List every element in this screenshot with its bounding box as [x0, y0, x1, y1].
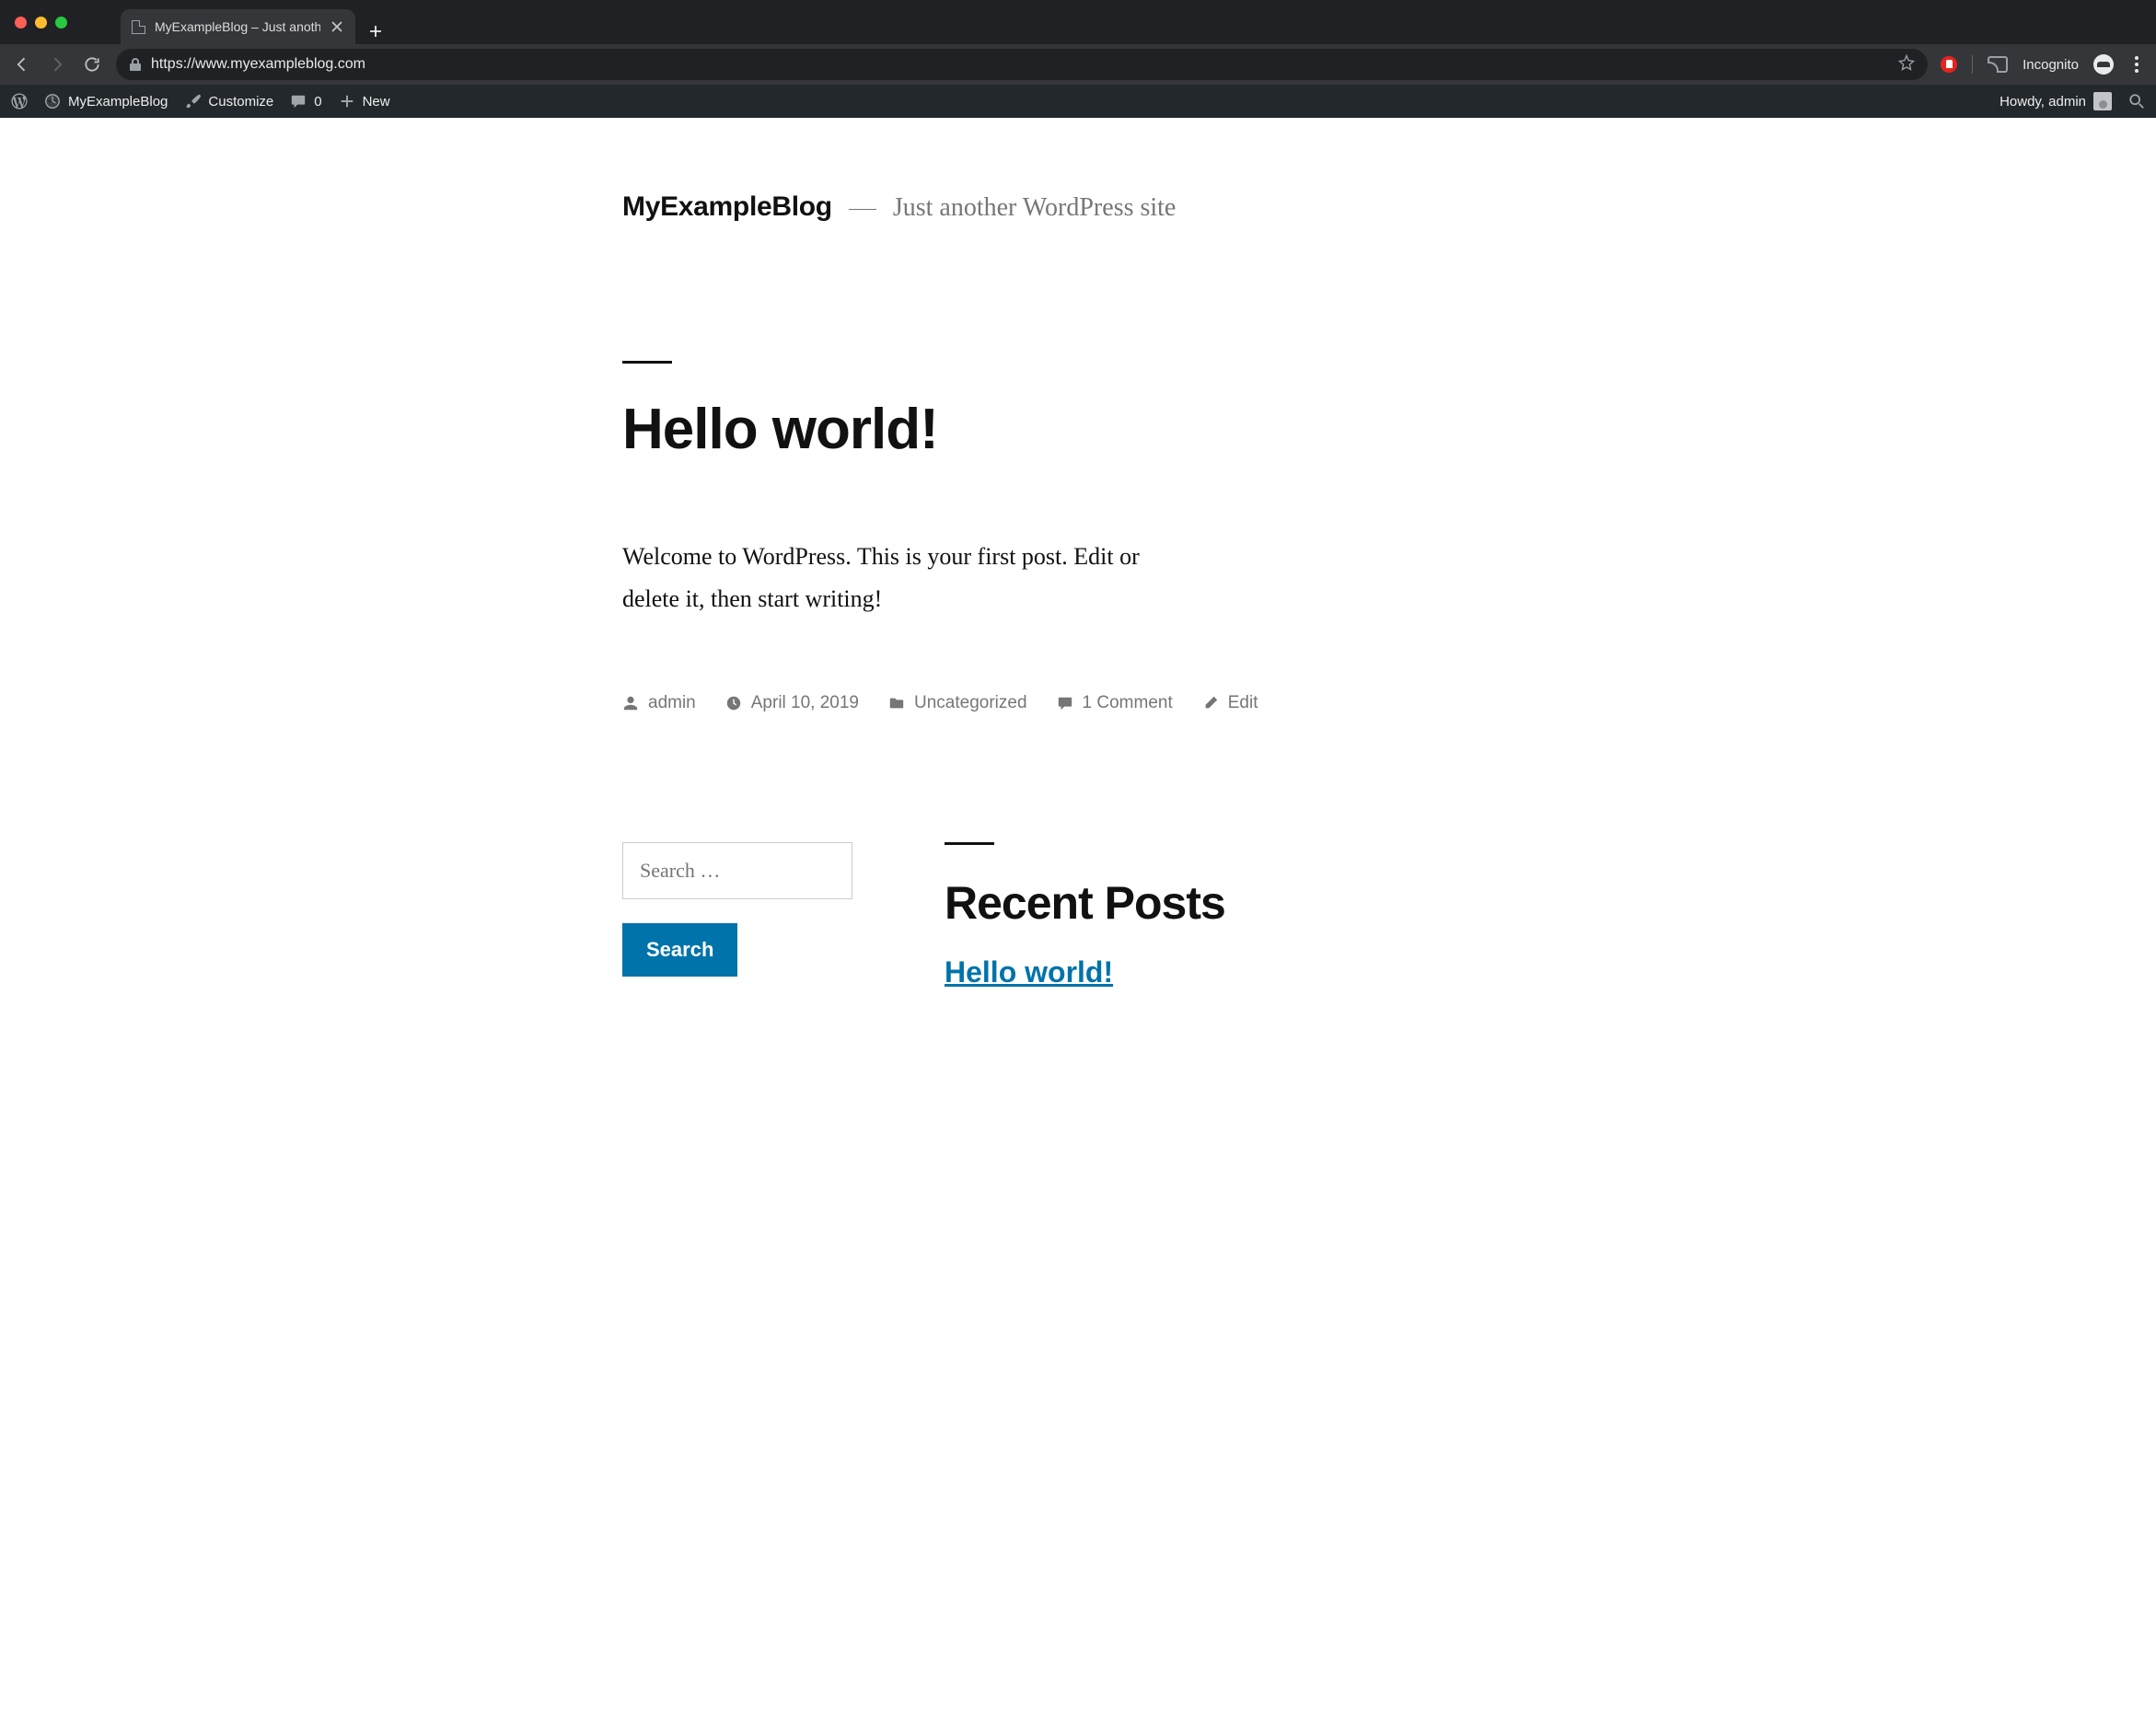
entry-rule: [622, 361, 672, 364]
cast-icon[interactable]: [1988, 56, 2008, 73]
nav-back-button[interactable]: [11, 53, 33, 75]
wordpress-logo-icon: [11, 93, 28, 110]
site-title[interactable]: MyExampleBlog: [622, 191, 832, 223]
folder-icon: [888, 695, 905, 711]
recent-posts-title: Recent Posts: [945, 876, 1225, 930]
address-bar[interactable]: https://www.myexampleblog.com: [116, 49, 1928, 80]
adminbar-site-name: MyExampleBlog: [68, 94, 168, 110]
wp-admin-bar: MyExampleBlog Customize 0 New Howdy, adm…: [0, 85, 2156, 118]
lock-icon: [129, 57, 142, 72]
site-tagline: Just another WordPress site: [893, 193, 1177, 223]
incognito-icon[interactable]: [2093, 54, 2114, 75]
close-tab-button[interactable]: [330, 19, 344, 34]
address-bar-url: https://www.myexampleblog.com: [151, 56, 1889, 73]
post-edit-link[interactable]: Edit: [1202, 693, 1258, 713]
extension-icon[interactable]: [1941, 56, 1957, 73]
recent-posts-widget: Recent Posts Hello world!: [945, 842, 1225, 989]
comment-icon: [290, 93, 307, 110]
brush-icon: [184, 93, 201, 110]
new-content-link[interactable]: New: [339, 93, 390, 110]
avatar-icon: [2093, 92, 2112, 110]
post-date-link[interactable]: April 10, 2019: [725, 693, 859, 713]
customize-link[interactable]: Customize: [184, 93, 273, 110]
incognito-label: Incognito: [2023, 57, 2079, 73]
post-category: Uncategorized: [914, 693, 1027, 713]
window-minimize-button[interactable]: [35, 17, 47, 29]
reload-button[interactable]: [81, 53, 103, 75]
browser-menu-button[interactable]: [2128, 56, 2145, 73]
search-input[interactable]: [622, 842, 852, 899]
comment-icon: [1057, 695, 1073, 711]
post-comments-link[interactable]: 1 Comment: [1057, 693, 1173, 713]
comments-link[interactable]: 0: [290, 93, 321, 110]
browser-tab-title: MyExampleBlog – Just another: [155, 19, 320, 34]
post-edit: Edit: [1228, 693, 1258, 713]
post-meta: admin April 10, 2019 Uncategorized 1 Com…: [622, 693, 1534, 713]
post-comments: 1 Comment: [1083, 693, 1173, 713]
bookmark-star-icon[interactable]: [1898, 54, 1915, 75]
page-icon: [132, 20, 145, 34]
clock-icon: [725, 695, 742, 711]
page-viewport[interactable]: MyExampleBlog Just another WordPress sit…: [0, 118, 2156, 1712]
dashboard-icon: [44, 93, 61, 110]
toolbar-separator: [1972, 55, 1973, 74]
post-author: admin: [648, 693, 696, 713]
post-category-link[interactable]: Uncategorized: [888, 693, 1027, 713]
window-maximize-button[interactable]: [55, 17, 67, 29]
my-account-menu[interactable]: Howdy, admin: [2000, 92, 2112, 110]
widget-rule: [945, 842, 994, 845]
search-icon: [2128, 93, 2145, 110]
customize-label: Customize: [208, 94, 273, 110]
footer-widgets: Search Recent Posts Hello world!: [622, 842, 1534, 989]
recent-post-link[interactable]: Hello world!: [945, 955, 1113, 989]
nav-forward-button[interactable]: [46, 53, 68, 75]
new-tab-button[interactable]: [363, 18, 388, 44]
adminbar-search[interactable]: [2128, 93, 2145, 110]
site-header: MyExampleBlog Just another WordPress sit…: [622, 191, 1534, 223]
search-button[interactable]: Search: [622, 923, 737, 977]
post-content: Welcome to WordPress. This is your first…: [622, 536, 1193, 619]
search-widget: Search: [622, 842, 852, 977]
post: Hello world! Welcome to WordPress. This …: [622, 361, 1534, 713]
wp-logo-menu[interactable]: [11, 93, 28, 110]
comment-count: 0: [314, 94, 321, 110]
post-author-link[interactable]: admin: [622, 693, 696, 713]
site-name-menu[interactable]: MyExampleBlog: [44, 93, 168, 110]
person-icon: [622, 695, 639, 711]
window-controls: [9, 17, 73, 29]
browser-tabbar: MyExampleBlog – Just another: [0, 0, 2156, 44]
browser-tab[interactable]: MyExampleBlog – Just another: [121, 9, 355, 44]
browser-toolbar: https://www.myexampleblog.com Incognito: [0, 44, 2156, 85]
pencil-icon: [1202, 695, 1219, 711]
post-date: April 10, 2019: [751, 693, 859, 713]
howdy-text: Howdy, admin: [2000, 94, 2086, 110]
new-label: New: [363, 94, 390, 110]
window-close-button[interactable]: [15, 17, 27, 29]
title-separator: [849, 209, 876, 211]
plus-icon: [339, 93, 355, 110]
post-title[interactable]: Hello world!: [622, 397, 1534, 462]
